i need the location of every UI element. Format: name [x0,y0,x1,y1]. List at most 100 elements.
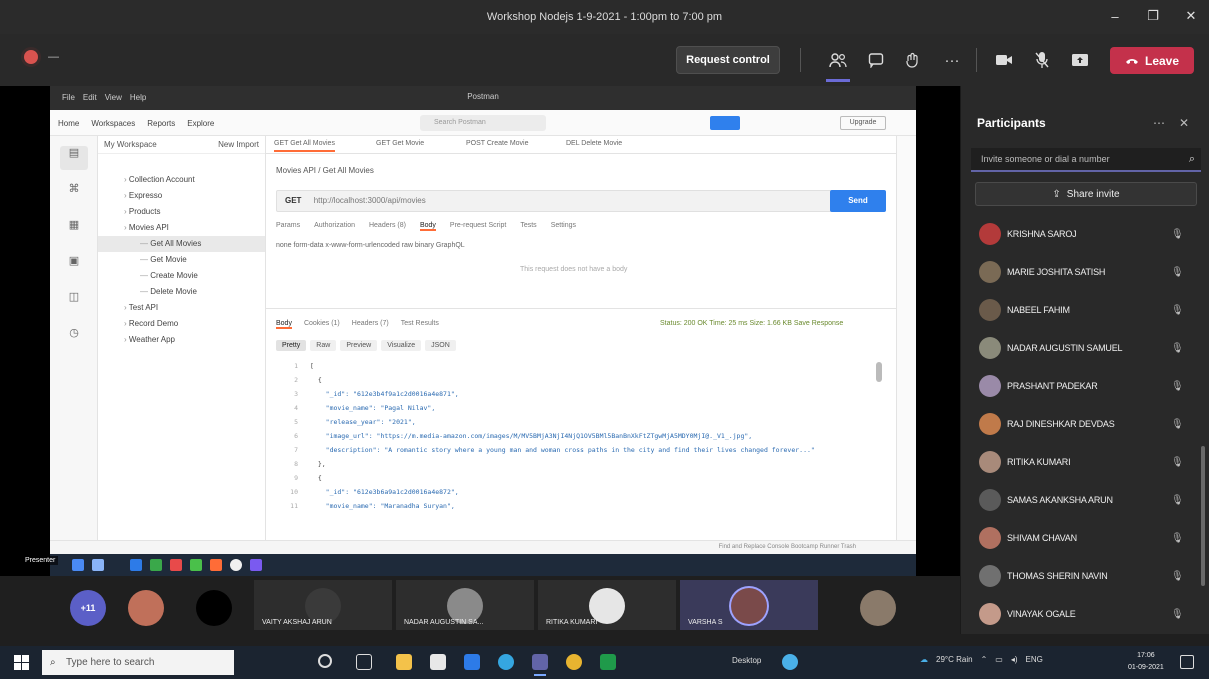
participant-row[interactable]: SHIVAM CHAVAN 🎙︎ [961,518,1209,558]
nav-home[interactable]: Home [58,119,79,128]
collection-tree-item[interactable]: › Weather App [98,332,265,348]
tab-get-movie[interactable]: GET Get Movie [376,140,424,147]
postman-upgrade-button[interactable]: Upgrade [840,116,886,130]
collection-tree-item[interactable]: — Get All Movies [98,236,265,252]
resp-tab-cookies[interactable]: Cookies (1) [304,320,340,329]
teams-icon[interactable] [532,654,548,676]
taskbar-search-input[interactable]: ⌕ Type here to search [42,650,234,675]
chevron-up-icon[interactable]: ⌃ [981,655,988,664]
language-indicator[interactable]: ENG [1026,655,1043,664]
participant-row[interactable]: SAMAS AKANKSHA ARUN 🎙︎ [961,480,1209,520]
file-explorer-icon[interactable] [396,654,412,670]
format-visualize[interactable]: Visualize [381,340,422,351]
pop-out-icon[interactable]: ⋯ [1153,116,1165,130]
code-scrollbar[interactable] [876,362,882,382]
collection-tree-item[interactable]: › Movies API [98,220,265,236]
microphone-muted-icon[interactable] [1030,48,1054,72]
collection-tree-item[interactable]: — Create Movie [98,268,265,284]
participant-row[interactable]: MARIE JOSHITA SATISH 🎙︎ [961,252,1209,292]
close-icon[interactable]: ✕ [1181,6,1201,26]
more-options-icon[interactable]: ··· [940,48,964,72]
mail-icon[interactable] [464,654,480,670]
participant-row[interactable]: NABEEL FAHIM 🎙︎ [961,290,1209,330]
collection-tree-item[interactable]: › Expresso [98,188,265,204]
req-tab-params[interactable]: Params [276,222,300,231]
participant-row[interactable]: NADAR AUGUSTIN SAMUEL 🎙︎ [961,328,1209,368]
gallery-video-tile[interactable]: VARSHA S [680,580,818,630]
http-method-select[interactable]: GET [285,196,301,205]
tray-app-icon[interactable] [816,654,832,670]
people-icon[interactable] [826,48,850,82]
excel-icon[interactable] [600,654,616,670]
req-tab-body[interactable]: Body [419,222,436,231]
notification-icon[interactable] [1180,655,1194,669]
rail-history-icon[interactable]: ◷ [60,326,88,350]
response-body-code[interactable]: 1 [2 {3 "_id": "612e3b4f9a1c2d0016a4e871"… [276,358,896,534]
participant-row[interactable]: PRASHANT PADEKAR 🎙︎ [961,366,1209,406]
panel-scrollbar[interactable] [1201,446,1205,586]
chrome-icon[interactable] [566,654,582,670]
volume-icon[interactable]: ◂) [1011,655,1018,664]
rail-collections-icon[interactable]: ▤ [60,146,88,170]
req-tab-tests[interactable]: Tests [520,222,536,231]
req-tab-prerequest[interactable]: Pre-request Script [450,222,506,231]
resp-tab-body[interactable]: Body [276,320,292,329]
format-pretty[interactable]: Pretty [276,340,307,351]
minimize-icon[interactable]: – [1105,6,1125,26]
leave-button[interactable]: Leave [1110,47,1194,74]
task-view-icon[interactable] [356,654,372,670]
collection-tree-item[interactable]: — Delete Movie [98,284,265,300]
invite-search-input[interactable]: Invite someone or dial a number ⌕ [971,148,1201,172]
send-button[interactable]: Send [830,190,886,212]
taskbar-clock[interactable]: 17:06 01-09-2021 [1128,650,1164,674]
rail-monitors-icon[interactable]: ◫ [60,290,88,314]
sidebar-actions[interactable]: New Import [218,136,259,154]
participant-row[interactable]: RAJ DINESHKAR DEVDAS 🎙︎ [961,404,1209,444]
chat-icon[interactable] [864,48,888,72]
desktop-toolbar[interactable]: Desktop [732,656,761,665]
tray-app-icon[interactable] [782,654,798,670]
gallery-avatar[interactable] [128,590,164,626]
rail-apis-icon[interactable]: ⌘ [60,182,88,206]
pane-divider[interactable] [266,308,916,309]
maximize-icon[interactable]: ❐ [1143,6,1163,26]
collection-tree-item[interactable]: › Collection Account [98,172,265,188]
edge-icon[interactable] [498,654,514,670]
request-control-button[interactable]: Request control [676,46,780,74]
store-icon[interactable] [430,654,446,670]
participant-row[interactable]: VINAYAK OGALE 🎙︎ [961,594,1209,634]
footer-links[interactable]: Find and Replace Console Bootcamp Runner… [719,544,856,550]
tab-create-movie[interactable]: POST Create Movie [466,140,529,147]
weather-icon[interactable]: ☁ [920,655,928,664]
gallery-video-tile[interactable]: RITIKA KUMARI [538,580,676,630]
postman-search-input[interactable]: Search Postman [420,115,546,131]
collection-tree-item[interactable]: › Test API [98,300,265,316]
gallery-video-tile[interactable]: VAITY AKSHAJ ARUN [254,580,392,630]
format-raw[interactable]: Raw [310,340,337,351]
reactions-icon[interactable] [900,48,924,72]
request-url-input[interactable]: GET http://localhost:3000/api/movies [276,190,850,212]
gallery-avatar[interactable] [860,590,896,626]
tab-get-all-movies[interactable]: GET Get All Movies [274,140,335,152]
body-mode-options[interactable]: none form-data x-www-form-urlencoded raw… [276,242,465,249]
nav-reports[interactable]: Reports [147,119,175,128]
participant-row[interactable]: KRISHNA SAROJ 🎙︎ [961,214,1209,254]
req-tab-authorization[interactable]: Authorization [314,222,355,231]
req-tab-settings[interactable]: Settings [551,222,576,231]
camera-icon[interactable] [992,48,1016,72]
network-icon[interactable]: ▭ [995,655,1003,664]
gallery-avatar[interactable] [196,590,232,626]
collection-tree-item[interactable]: › Products [98,204,265,220]
postman-invite-button[interactable] [710,116,740,130]
participant-row[interactable]: THOMAS SHERIN NAVIN 🎙︎ [961,556,1209,596]
format-preview[interactable]: Preview [340,340,378,351]
format-json-select[interactable]: JSON [425,340,456,351]
rail-mock-servers-icon[interactable]: ▣ [60,254,88,278]
collection-tree-item[interactable]: — Get Movie [98,252,265,268]
windows-start-icon[interactable] [14,655,29,670]
collection-tree-item[interactable]: › Record Demo [98,316,265,332]
rail-environments-icon[interactable]: ▦ [60,218,88,242]
gallery-avatar[interactable]: +11 [70,590,106,626]
nav-explore[interactable]: Explore [187,119,214,128]
share-invite-button[interactable]: ⇪ Share invite [975,182,1197,206]
